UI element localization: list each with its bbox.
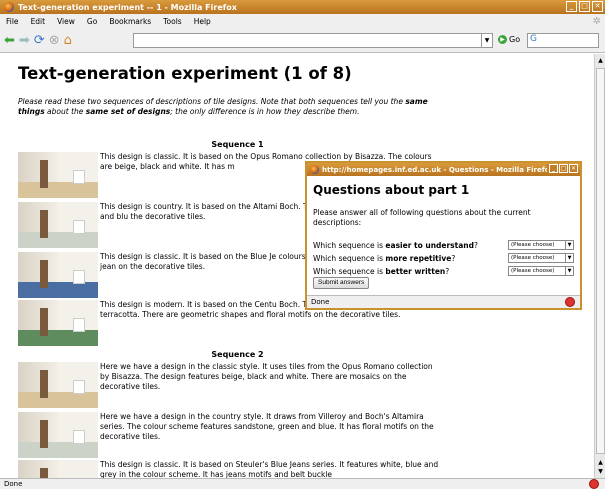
stop-icon[interactable]: ⊗: [49, 33, 60, 49]
menu-go[interactable]: Go: [87, 17, 97, 26]
question-emphasis: easier to understand: [385, 241, 475, 250]
minimize-button[interactable]: _: [566, 1, 577, 12]
question-row: Which sequence is better written? (Pleas…: [313, 266, 575, 277]
list-item: Here we have a design in the classic sty…: [18, 362, 438, 409]
question-emphasis: more repetitive: [385, 254, 452, 263]
google-search-icon: G: [530, 34, 537, 44]
popup-window-controls: _ □ ✕: [547, 164, 578, 173]
menu-edit[interactable]: Edit: [31, 17, 46, 26]
tile-design-image: [18, 300, 98, 346]
select-value: (Please choose): [511, 242, 555, 248]
window-titlebar[interactable]: Text-generation experiment -- 1 - Mozill…: [0, 0, 605, 14]
firefox-icon: [4, 2, 14, 12]
popup-intro: Please answer all of following questions…: [313, 208, 531, 227]
back-arrow-icon[interactable]: ⬅: [4, 33, 15, 49]
menu-view[interactable]: View: [57, 17, 75, 26]
question-text: Which sequence is: [313, 267, 386, 276]
popup-status-bar: Done: [307, 295, 580, 308]
firefox-icon: [310, 165, 319, 174]
menu-file[interactable]: File: [6, 17, 19, 26]
window-title: Text-generation experiment -- 1 - Mozill…: [18, 2, 237, 12]
menu-bar: File Edit View Go Bookmarks Tools Help ✲: [0, 14, 605, 29]
navigation-toolbar: ⬅ ➡ ⟳ ⊗ ⌂ ▼ ▶ Go G: [0, 29, 605, 53]
maximize-button[interactable]: □: [579, 1, 590, 12]
scrollbar-thumb[interactable]: [596, 68, 605, 454]
home-icon[interactable]: ⌂: [64, 33, 72, 49]
close-button[interactable]: ✕: [592, 1, 603, 12]
intro-emphasis: same set of designs: [85, 107, 171, 116]
menu-help[interactable]: Help: [194, 17, 211, 26]
intro-text: Please read these two sequences of descr…: [18, 97, 406, 106]
more-repetitive-select[interactable]: (Please choose) ▼: [508, 253, 574, 263]
page-title: Text-generation experiment (1 of 8): [18, 64, 352, 83]
question-emphasis: better written: [385, 267, 446, 276]
tile-design-image: [18, 252, 98, 298]
status-text: Done: [4, 480, 23, 488]
chevron-down-icon: ▼: [565, 254, 573, 262]
tile-design-image: [18, 362, 98, 408]
chevron-down-icon: ▼: [565, 267, 573, 275]
menu-tools[interactable]: Tools: [163, 17, 181, 26]
question-label: Which sequence is easier to understand?: [313, 240, 478, 251]
status-bar: Done: [0, 478, 605, 489]
tile-design-image: [18, 152, 98, 198]
chevron-down-icon: ▼: [565, 241, 573, 249]
reload-icon[interactable]: ⟳: [34, 33, 45, 49]
design-description: This design is classic. It is based on S…: [100, 460, 439, 478]
url-dropdown-icon[interactable]: ▼: [481, 34, 492, 47]
list-item: Here we have a design in the country sty…: [18, 412, 438, 459]
go-arrow-icon: ▶: [498, 35, 507, 44]
select-value: (Please choose): [511, 268, 555, 274]
design-description: Here we have a design in the classic sty…: [100, 362, 433, 391]
tile-design-image: [18, 460, 98, 478]
easier-to-understand-select[interactable]: (Please choose) ▼: [508, 240, 574, 250]
menu-bookmarks[interactable]: Bookmarks: [109, 17, 151, 26]
popup-title: http://homepages.inf.ed.ac.uk - Question…: [322, 165, 555, 174]
question-row: Which sequence is easier to understand? …: [313, 240, 575, 251]
select-value: (Please choose): [511, 255, 555, 261]
questions-popup-window: http://homepages.inf.ed.ac.uk - Question…: [305, 161, 582, 310]
page-intro: Please read these two sequences of descr…: [18, 97, 438, 117]
minimize-button[interactable]: _: [549, 164, 558, 173]
throbber-icon: ✲: [592, 16, 601, 27]
question-text: ?: [474, 241, 478, 250]
tile-design-image: [18, 412, 98, 458]
question-row: Which sequence is more repetitive? (Plea…: [313, 253, 575, 264]
intro-text: ; the only difference is in how they des…: [170, 107, 360, 116]
question-text: Which sequence is: [313, 254, 386, 263]
list-item: This design is classic. It is based on S…: [18, 460, 438, 478]
question-label: Which sequence is better written?: [313, 266, 449, 277]
close-button[interactable]: ✕: [569, 164, 578, 173]
go-button[interactable]: ▶ Go: [498, 35, 520, 44]
question-text: ?: [445, 267, 450, 276]
url-input[interactable]: ▼: [133, 33, 493, 48]
intro-text: about the: [44, 107, 86, 116]
go-label: Go: [509, 35, 521, 44]
submit-answers-button[interactable]: Submit answers: [313, 277, 370, 289]
question-label: Which sequence is more repetitive?: [313, 253, 455, 264]
scroll-down-icon[interactable]: ▼: [596, 467, 605, 476]
scroll-up-icon[interactable]: ▲: [596, 458, 605, 467]
question-text: ?: [451, 254, 456, 263]
forward-arrow-icon[interactable]: ➡: [19, 33, 30, 49]
sequence-2-heading: Sequence 2: [211, 350, 264, 359]
design-description: Here we have a design in the country sty…: [100, 412, 434, 441]
popup-titlebar[interactable]: http://homepages.inf.ed.ac.uk - Question…: [307, 163, 580, 176]
search-input[interactable]: G: [527, 33, 599, 48]
better-written-select[interactable]: (Please choose) ▼: [508, 266, 574, 276]
window-controls: _ □ ✕: [566, 1, 603, 12]
maximize-button[interactable]: □: [559, 164, 568, 173]
vertical-scrollbar[interactable]: ▲ ▲ ▼: [594, 54, 605, 478]
tile-design-image: [18, 202, 98, 248]
scroll-up-icon[interactable]: ▲: [596, 56, 605, 65]
stop-icon: [589, 479, 599, 489]
sequence-1-heading: Sequence 1: [211, 140, 264, 149]
question-text: Which sequence is: [313, 241, 386, 250]
popup-status-text: Done: [311, 298, 330, 306]
stop-icon: [565, 297, 575, 307]
popup-heading: Questions about part 1: [313, 183, 470, 197]
